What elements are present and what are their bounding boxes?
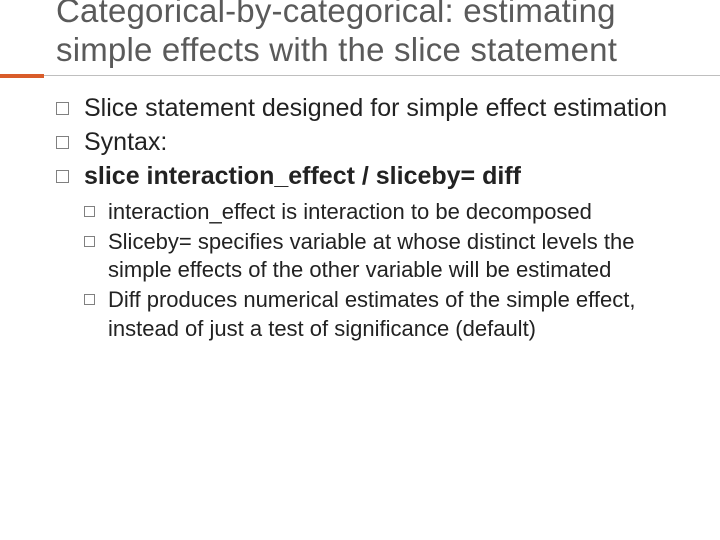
list-item: interaction_effect is interaction to be … [84,198,672,226]
sub-bullet-list: interaction_effect is interaction to be … [84,198,672,343]
accent-bar [0,74,44,78]
sub-bullet-lead: interaction_effect [108,199,275,224]
title-block: Categorical-by-categorical: estimating s… [56,0,672,78]
list-item: Diff produces numerical estimates of the… [84,286,672,342]
list-item: slice interaction_effect / sliceby= diff… [56,160,672,343]
sub-bullet-lead: Diff [108,287,141,312]
sub-bullet-lead: Sliceby= [108,229,192,254]
list-item: Sliceby= specifies variable at whose dis… [84,228,672,284]
title-underline [0,74,720,78]
horizontal-rule [44,75,720,76]
bullet-text: slice interaction_effect / sliceby= diff [84,162,521,190]
slide-body: Slice statement designed for simple effe… [56,92,672,343]
list-item: Syntax: [56,126,672,158]
sub-bullet-rest: is interaction to be decomposed [275,199,592,224]
bullet-text: Slice statement designed for simple effe… [84,94,667,122]
bullet-text: Syntax: [84,128,167,156]
sub-bullet-rest: produces numerical estimates of the simp… [108,287,635,340]
bullet-list: Slice statement designed for simple effe… [56,92,672,343]
list-item: Slice statement designed for simple effe… [56,92,672,124]
slide: Categorical-by-categorical: estimating s… [0,0,720,532]
slide-title: Categorical-by-categorical: estimating s… [56,0,672,70]
